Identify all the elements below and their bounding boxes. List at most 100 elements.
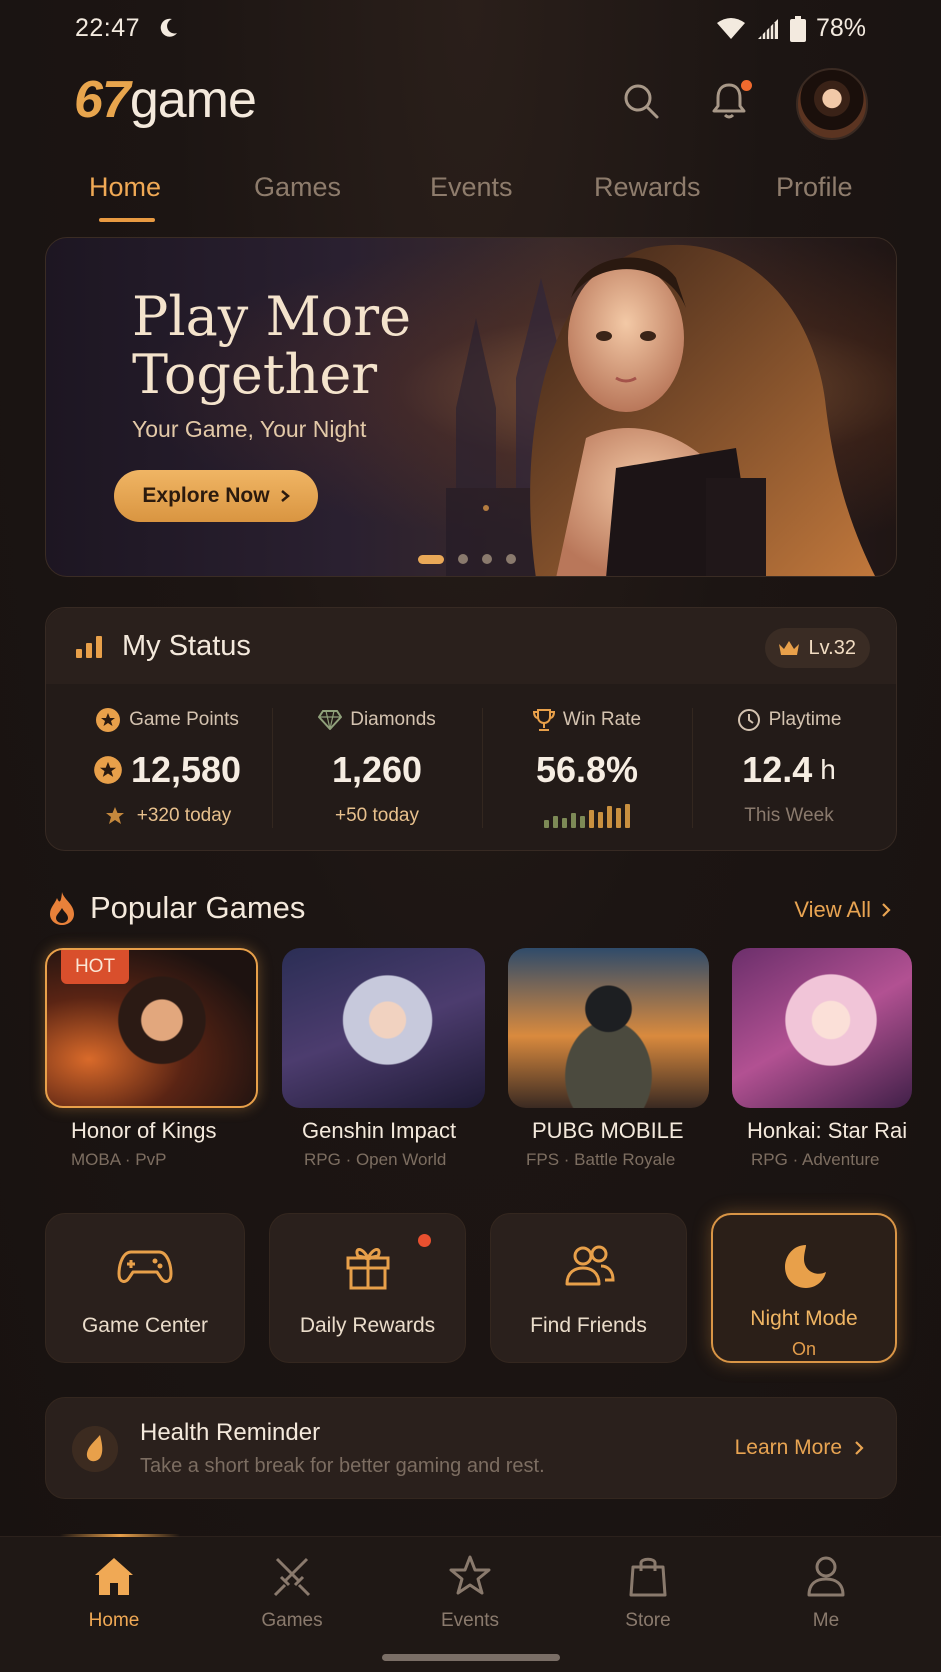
explore-now-button[interactable]: Explore Now [114, 470, 318, 522]
carousel-dot[interactable] [458, 554, 468, 564]
nav-label: Games [261, 1610, 323, 1631]
home-indicator[interactable] [382, 1654, 560, 1661]
game-name: Honor of Kings [71, 1118, 217, 1143]
nav-label: Store [625, 1610, 671, 1631]
stat-sub: +50 today [335, 805, 419, 826]
stat-label: Win Rate [562, 709, 642, 730]
home-icon [95, 1558, 133, 1595]
swords-icon [273, 1557, 311, 1597]
game-name: Genshin Impact [302, 1118, 457, 1143]
top-tabs: Home Games Events Rewards Profile [0, 168, 941, 228]
stat-diamonds[interactable]: Diamonds 1,260 +50 today [272, 706, 482, 828]
fire-icon [50, 892, 74, 925]
stat-playtime[interactable]: Playtime 12.4 h This Week [684, 706, 894, 828]
health-reminder-card[interactable]: Health Reminder Take a short break for b… [45, 1397, 897, 1499]
trophy-icon [532, 709, 555, 731]
app-logo[interactable]: 67game [74, 70, 257, 130]
moon-icon [160, 18, 177, 37]
find-friends-button[interactable]: Find Friends [490, 1213, 687, 1363]
stat-value: 12,580 [130, 749, 242, 790]
nav-home[interactable]: Home [54, 1553, 174, 1632]
stat-sub: This Week [744, 805, 834, 826]
view-all-label: View All [794, 897, 871, 922]
status-card-header: My Status Lv.32 [46, 608, 896, 684]
tab-rewards[interactable]: Rewards [594, 172, 701, 203]
carousel-dot[interactable] [418, 554, 444, 564]
person-icon [807, 1556, 845, 1597]
night-mode-label: Night Mode [750, 1307, 858, 1330]
star-icon [94, 756, 122, 784]
popular-games-title: Popular Games [90, 890, 306, 925]
stat-value: 56.8% [535, 749, 639, 790]
diamond-icon [318, 710, 343, 730]
my-status-card: My Status Lv.32 Game Points 12,580 +320 … [45, 607, 897, 851]
tab-profile[interactable]: Profile [776, 172, 853, 203]
status-indicators: 78% [716, 14, 866, 43]
logo-word: game [129, 71, 257, 129]
level-badge[interactable]: Lv.32 [764, 628, 870, 668]
tab-events[interactable]: Events [430, 172, 513, 203]
search-icon[interactable] [620, 80, 662, 122]
star-icon [96, 708, 121, 732]
game-thumbnail [282, 948, 485, 1108]
hot-badge: HOT [61, 950, 129, 984]
view-all-link[interactable]: View All [794, 897, 891, 923]
win-rate-sparkline [544, 804, 630, 828]
find-friends-label: Find Friends [530, 1314, 647, 1337]
gamepad-icon [117, 1250, 173, 1283]
game-thumbnail [508, 948, 709, 1108]
game-name: PUBG MOBILE [532, 1118, 684, 1143]
game-card-honor-of-kings[interactable]: HOT Honor of Kings MOBA · PvP [45, 948, 258, 1170]
hero-banner[interactable]: Play More Together Your Game, Your Night… [45, 237, 897, 577]
game-tags: RPG · Open World [304, 1150, 447, 1169]
game-center-button[interactable]: Game Center [45, 1213, 245, 1363]
game-tags: RPG · Adventure [751, 1150, 880, 1169]
nav-label: Events [440, 1610, 500, 1631]
game-thumbnail [732, 948, 912, 1108]
stat-value: 1,260 [331, 749, 423, 790]
tab-home[interactable]: Home [89, 172, 161, 203]
nav-label: Home [88, 1610, 140, 1631]
wifi-icon [716, 17, 745, 39]
medal-icon [105, 807, 124, 824]
crown-icon [778, 641, 799, 655]
hero-title: Play More Together [132, 285, 412, 406]
nav-store[interactable]: Store [588, 1553, 708, 1632]
game-card-honkai-star-rail[interactable]: Honkai: Star Rai RPG · Adventure [732, 948, 912, 1170]
nav-events[interactable]: Events [410, 1553, 530, 1632]
nav-me[interactable]: Me [766, 1553, 886, 1632]
status-bar: 22:47 78% [0, 0, 941, 58]
stat-win-rate[interactable]: Win Rate 56.8% [482, 706, 692, 828]
game-tags: MOBA · PvP [71, 1150, 167, 1169]
status-time: 22:47 [75, 14, 141, 42]
carousel-dot[interactable] [506, 554, 516, 564]
home-screen: 22:47 78% 67game Home Games Events Rewar… [0, 0, 941, 1672]
chevron-right-icon [882, 903, 891, 917]
gift-icon [346, 1248, 389, 1290]
daily-rewards-button[interactable]: Daily Rewards [269, 1213, 466, 1363]
friends-icon [565, 1245, 615, 1286]
stat-label: Playtime [768, 709, 842, 730]
status-title: My Status [122, 630, 251, 662]
health-title: Health Reminder [140, 1419, 321, 1446]
learn-more-link[interactable]: Learn More [735, 1436, 864, 1460]
game-card-pubg-mobile[interactable]: PUBG MOBILE FPS · Battle Royale [508, 948, 709, 1170]
avatar[interactable] [796, 68, 868, 140]
game-card-genshin-impact[interactable]: Genshin Impact RPG · Open World [282, 948, 485, 1170]
battery-icon [789, 15, 806, 42]
moon-icon [785, 1245, 826, 1288]
health-text: Take a short break for better gaming and… [140, 1455, 545, 1477]
leaf-icon [72, 1426, 118, 1472]
nav-games[interactable]: Games [232, 1553, 352, 1632]
active-tab-indicator [99, 218, 155, 222]
stat-game-points[interactable]: Game Points 12,580 +320 today [62, 706, 272, 828]
night-mode-toggle[interactable]: Night Mode On [711, 1213, 897, 1363]
stat-label: Diamonds [350, 709, 436, 730]
chevron-right-icon [280, 490, 290, 502]
game-thumbnail: HOT [45, 948, 258, 1108]
carousel-dot[interactable] [482, 554, 492, 564]
star-icon [449, 1555, 491, 1595]
tab-games[interactable]: Games [254, 172, 341, 203]
notification-dot [741, 80, 752, 91]
hero-character-illustration [530, 244, 876, 576]
